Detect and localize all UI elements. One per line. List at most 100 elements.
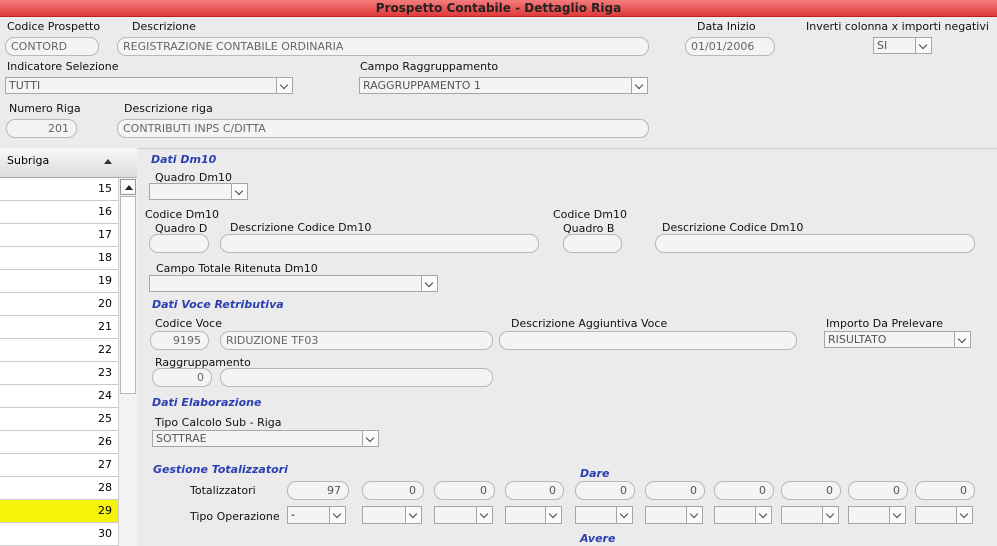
chevron-down-icon[interactable] [545,507,561,523]
subriga-row[interactable]: 19 [0,270,118,293]
subriga-row[interactable]: 22 [0,339,118,362]
raggr-field[interactable]: 0 [152,368,212,387]
sort-up-icon[interactable] [104,159,112,164]
tipo-operazione-select[interactable] [714,506,772,524]
campo-raggr-value: RAGGRUPPAMENTO 1 [363,79,481,92]
subriga-scrollbar[interactable] [118,178,137,546]
descr-agg-field[interactable] [499,331,797,350]
inverti-value: SI [877,39,888,52]
campo-raggr-label: Campo Raggruppamento [360,60,499,73]
tipo-operazione-select[interactable] [505,506,562,524]
subriga-row[interactable]: 27 [0,454,118,477]
tipo-calcolo-value: SOTTRAE [156,432,207,445]
codice-voce-descr-field[interactable]: RIDUZIONE TF03 [220,331,493,350]
raggr-descr-field[interactable] [220,368,493,387]
scroll-up-icon[interactable] [120,179,136,195]
scroll-thumb[interactable] [120,196,136,394]
subriga-row[interactable]: 20 [0,293,118,316]
descr-d-field[interactable] [220,234,539,253]
chevron-down-icon[interactable] [755,507,771,523]
chevron-down-icon[interactable] [915,38,931,53]
codice-d-label: Codice Dm10 [145,208,219,221]
section-dati-dm10: Dati Dm10 [151,153,217,166]
descr-riga-field[interactable]: CONTRIBUTI INPS C/DITTA [117,119,649,138]
tipo-calcolo-select[interactable]: SOTTRAE [152,430,379,447]
chevron-down-icon[interactable] [954,332,970,347]
descr-b-field[interactable] [655,234,975,253]
section-dati-voce: Dati Voce Retributiva [152,298,284,311]
data-inizio-field[interactable]: 01/01/2006 [685,37,775,56]
codice-d-field[interactable] [149,234,209,253]
section-gestione-totalizzatori: Gestione Totalizzatori [153,463,288,476]
chevron-down-icon[interactable] [405,507,421,523]
subriga-row[interactable]: 23 [0,362,118,385]
tipo-operazione-select[interactable] [362,506,422,524]
totalizzatore-field[interactable]: 0 [362,481,424,500]
codice-prospetto-field[interactable]: CONTORD [5,37,99,56]
totalizzatore-field[interactable]: 0 [848,481,908,500]
chevron-down-icon[interactable] [476,507,492,523]
campo-totale-label: Campo Totale Ritenuta Dm10 [156,262,318,275]
totalizzatore-field[interactable]: 0 [714,481,774,500]
subriga-row[interactable]: 24 [0,385,118,408]
chevron-down-icon[interactable] [329,507,345,523]
chevron-down-icon[interactable] [822,507,838,523]
inverti-select[interactable]: SI [873,37,932,54]
chevron-down-icon[interactable] [631,78,647,93]
tipo-operazione-select[interactable]: - [287,506,346,524]
tipo-operazione-select[interactable] [781,506,839,524]
subriga-row[interactable]: 18 [0,247,118,270]
chevron-down-icon[interactable] [616,507,632,523]
importo-select[interactable]: RISULTATO [824,331,971,348]
campo-raggr-select[interactable]: RAGGRUPPAMENTO 1 [359,77,648,94]
chevron-down-icon[interactable] [889,507,905,523]
subriga-row[interactable]: 26 [0,431,118,454]
descr-d-label: Descrizione Codice Dm10 [230,221,372,234]
subriga-header-label: Subriga [7,154,50,167]
chevron-down-icon[interactable] [421,276,437,291]
dare-label: Dare [580,467,610,480]
chevron-down-icon[interactable] [362,431,378,446]
tipo-operazione-select[interactable] [848,506,906,524]
section-dati-elaborazione: Dati Elaborazione [152,396,262,409]
codice-b-field[interactable] [563,234,622,253]
subriga-row[interactable]: 17 [0,224,118,247]
numero-riga-label: Numero Riga [9,102,81,115]
chevron-down-icon[interactable] [956,507,972,523]
chevron-down-icon[interactable] [686,507,702,523]
tipo-operazione-select[interactable] [434,506,493,524]
totalizzatore-field[interactable]: 0 [434,481,495,500]
numero-riga-field[interactable]: 201 [6,119,77,138]
importo-value: RISULTATO [828,333,887,346]
descr-agg-label: Descrizione Aggiuntiva Voce [511,317,668,330]
subriga-row[interactable]: 15 [0,178,118,201]
totalizzatore-field[interactable]: 0 [915,481,975,500]
totalizzatori-label: Totalizzatori [190,484,256,497]
totalizzatore-field[interactable]: 0 [781,481,841,500]
subriga-row[interactable]: 28 [0,477,118,500]
codice-prospetto-label: Codice Prospetto [7,20,101,33]
descrizione-label: Descrizione [132,20,196,33]
tipo-operazione-select[interactable] [575,506,633,524]
totalizzatore-field[interactable]: 0 [575,481,635,500]
indicatore-select[interactable]: TUTTI [5,77,293,94]
tipo-operazione-select[interactable] [645,506,703,524]
subriga-row[interactable]: 16 [0,201,118,224]
subriga-header[interactable]: Subriga [0,148,137,178]
subriga-row[interactable]: 21 [0,316,118,339]
quadro-dm10-select[interactable] [149,183,248,200]
totalizzatore-field[interactable]: 0 [645,481,705,500]
subriga-row[interactable]: 30 [0,523,118,546]
tipo-operazione-select[interactable] [915,506,973,524]
subriga-row[interactable]: 29 [0,500,118,523]
avere-label: Avere [580,532,616,545]
subriga-row[interactable]: 25 [0,408,118,431]
totalizzatore-field[interactable]: 0 [505,481,564,500]
chevron-down-icon[interactable] [231,184,247,199]
descrizione-field[interactable]: REGISTRAZIONE CONTABILE ORDINARIA [117,37,649,56]
chevron-down-icon[interactable] [276,78,292,93]
subriga-list: 15 16 17 18 19 20 21 22 23 24 25 26 27 28 29 30 [0,178,118,546]
totalizzatore-field[interactable]: 97 [287,481,349,500]
campo-totale-select[interactable] [149,275,438,292]
codice-voce-field[interactable]: 9195 [150,331,209,350]
